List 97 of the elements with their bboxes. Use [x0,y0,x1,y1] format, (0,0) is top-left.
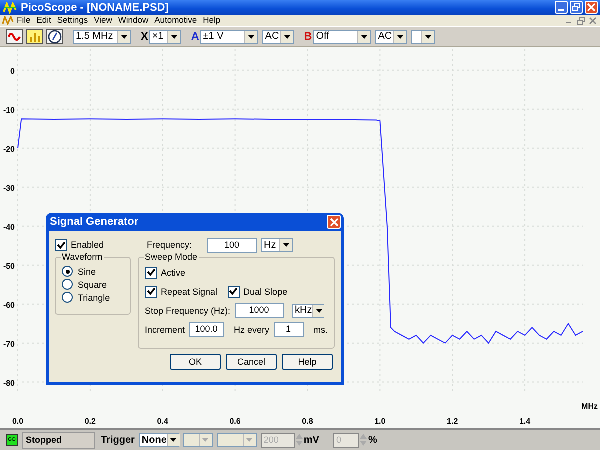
dropdown-arrow-icon[interactable] [170,438,178,442]
unit-dropdown[interactable]: Hz [261,238,293,252]
dropdown-arrow-icon[interactable] [170,34,178,38]
minimize-button[interactable] [555,1,568,14]
dropdown[interactable] [411,30,436,44]
dropdown-arrow-icon[interactable] [282,243,290,247]
menu-item[interactable]: Window [118,15,149,26]
radio-label: Square [78,280,108,290]
radio-button[interactable] [62,279,73,290]
y-tick-label: 0 [10,66,15,76]
axis-unit-label: MHz [582,402,598,411]
radio-label: Sine [78,266,96,276]
meter-button[interactable] [46,29,63,44]
stop-frequency-label: Stop Frequency (Hz): [145,306,231,316]
channel-label: B [304,30,312,42]
dialog-title: Signal Generator [50,216,139,228]
close-icon[interactable] [589,16,597,24]
range-dropdown[interactable]: Off [313,30,372,44]
x-tick-label: 0.8 [302,417,314,426]
checkbox-label: Dual Slope [244,286,288,296]
unit-dropdown[interactable]: kHz [292,304,324,318]
group-title: Sweep Mode [144,252,199,262]
dropdown-arrow-icon[interactable] [248,34,255,38]
y-tick-label: -70 [3,340,15,349]
increment-field[interactable]: 100.0 [189,322,224,337]
unit-label: % [368,434,378,446]
bar-chart-button[interactable] [26,29,43,44]
x-tick-label: 1.2 [447,417,458,426]
checkbox[interactable] [55,239,67,251]
x-tick-label: 0.0 [12,417,24,426]
dropdown-arrow-icon[interactable] [424,34,432,38]
interval-field[interactable]: 1 [274,322,304,337]
unit-label: mV [304,434,320,446]
menu-item[interactable]: Edit [36,15,52,26]
group-title: Waveform [61,252,104,262]
frequency-field[interactable]: 100 [207,238,257,252]
dropdown-arrow-icon[interactable] [360,34,368,38]
menu-item[interactable]: Help [203,15,221,26]
wave-icon [8,30,22,42]
y-tick-label: -50 [3,262,15,271]
restore-button[interactable] [570,1,583,14]
radio-label: Triangle [78,292,110,302]
checkbox[interactable] [145,286,157,298]
timebase-dropdown[interactable]: 1.5 MHz [73,30,131,44]
dropdown-arrow-icon[interactable] [396,34,404,38]
dropdown-arrow-icon[interactable] [284,34,291,38]
y-tick-label: -40 [3,222,15,232]
checkbox-label: Active [161,268,186,278]
dialog-button[interactable]: Cancel [226,354,277,370]
x-label: X [141,30,148,42]
trigger-dropdown[interactable]: None [138,433,179,447]
dialog-button[interactable]: OK [170,354,221,370]
y-tick-label: -60 [3,300,15,310]
close-button[interactable] [585,1,598,14]
waveform-button[interactable] [6,29,23,44]
coupling-dropdown[interactable]: AC [375,30,408,44]
radio-button[interactable] [62,266,73,277]
menu-item[interactable]: File [17,15,31,26]
x-tick-label: 0.4 [157,417,168,426]
y-tick-label: -20 [3,144,15,154]
x-tick-label: 0.2 [84,417,96,426]
checkbox-label: Repeat Signal [161,286,218,296]
gauge-icon [48,30,62,44]
trigger-label: Trigger [101,434,135,446]
unit-label: ms. [314,324,328,334]
menu-item[interactable]: Automotive [154,15,198,26]
close-icon [330,218,338,226]
radio-button[interactable] [62,292,73,303]
x-tick-label: 1.0 [374,417,386,426]
multiplier-dropdown[interactable]: ×1 [149,30,182,44]
checkbox-label: Enabled [71,240,104,250]
stop-frequency-field[interactable]: 1000 [234,303,284,318]
y-tick-label: -10 [3,106,15,115]
interval-label: Hz every [234,324,270,334]
bar-chart-icon [28,30,42,42]
app-logo-icon [2,16,14,25]
app-logo-icon [3,2,17,14]
x-tick-label: 0.6 [230,417,241,426]
checkbox[interactable] [228,286,240,298]
close-button[interactable] [327,215,341,229]
y-tick-label: -30 [3,184,15,193]
x-tick-label: 1.4 [520,417,531,426]
checkbox[interactable] [145,266,157,278]
dropdown-arrow-icon[interactable] [120,34,128,38]
channel-label: A [191,30,200,42]
coupling-dropdown[interactable]: AC [262,30,294,44]
increment-label: Increment [145,324,186,334]
close-icon [587,3,596,12]
dropdown-arrow-icon[interactable] [316,308,323,312]
dialog-button[interactable]: Help [282,354,333,370]
menu-item[interactable]: View [94,15,112,26]
frequency-label: Frequency: [147,240,194,250]
range-dropdown[interactable]: ±1 V [200,30,258,44]
y-tick-label: -80 [3,378,15,388]
window-title: PicoScope - [NONAME.PSD] [21,2,169,14]
menu-item[interactable]: Settings [57,15,88,26]
status-panel: Stopped [22,432,95,448]
